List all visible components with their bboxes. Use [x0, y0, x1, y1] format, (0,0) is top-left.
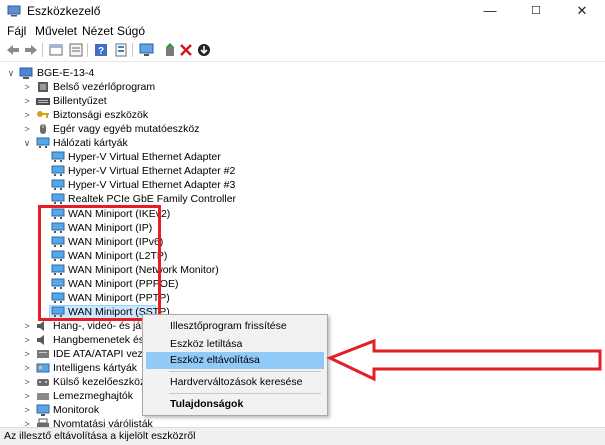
status-bar: Az illesztő eltávolítása a kijelölt eszk… — [0, 427, 605, 445]
tree-item-label: Hyper-V Virtual Ethernet Adapter — [68, 151, 221, 163]
tree-item-network-device[interactable]: Realtek PCIe GbE Family Controller — [0, 192, 300, 206]
close-button[interactable]: ✕ — [559, 0, 605, 22]
tree-item-security[interactable]: > Biztonsági eszközök — [0, 108, 300, 122]
network-adapter-icon — [51, 193, 65, 204]
help-icon[interactable]: ? — [93, 42, 109, 58]
tree-item-label: Monitorok — [53, 404, 100, 416]
context-item-label: Illesztőprogram frissítése — [170, 320, 287, 332]
chevron-right-icon[interactable]: > — [22, 333, 32, 347]
status-text: Az illesztő eltávolítása a kijelölt eszk… — [4, 430, 196, 442]
toolbar-divider — [42, 43, 43, 57]
chevron-right-icon[interactable]: > — [22, 361, 32, 375]
device-list-icon[interactable] — [113, 42, 129, 58]
tree-item-label: Hangbemenetek és -k — [53, 334, 156, 346]
chevron-right-icon[interactable]: > — [22, 403, 32, 417]
tree-item-mouse[interactable]: > Egér vagy egyéb mutatóeszköz — [0, 122, 300, 136]
context-item-label: Tulajdonságok — [170, 398, 244, 410]
chevron-right-icon[interactable]: > — [22, 375, 32, 389]
context-menu: Illesztőprogram frissítése Eszköz letilt… — [142, 314, 328, 416]
context-item-disable-device[interactable]: Eszköz letiltása — [146, 336, 324, 353]
tree-item-network-device[interactable]: Hyper-V Virtual Ethernet Adapter #3 — [0, 178, 300, 192]
chevron-down-icon[interactable]: ∨ — [6, 66, 16, 80]
chevron-right-icon[interactable]: > — [22, 122, 32, 136]
tree-root-label: BGE-E-13-4 — [37, 67, 95, 79]
tree-item-network-device[interactable]: Hyper-V Virtual Ethernet Adapter — [0, 150, 300, 164]
context-item-update-driver[interactable]: Illesztőprogram frissítése — [146, 318, 324, 335]
update-download-icon[interactable] — [196, 42, 212, 58]
context-item-label: Hardverváltozások keresése — [170, 376, 303, 388]
remove-x-icon[interactable] — [178, 42, 194, 58]
key-icon — [37, 111, 49, 118]
add-driver-icon[interactable] — [162, 42, 178, 58]
network-adapter-icon — [51, 151, 65, 162]
monitor-icon[interactable] — [138, 42, 154, 58]
tree-item-network-adapters[interactable]: ∨ Hálózati kártyák — [0, 136, 300, 150]
context-item-uninstall-device[interactable]: Eszköz eltávolítása — [146, 352, 324, 369]
tree-root[interactable]: ∨ BGE-E-13-4 — [0, 66, 300, 80]
annotation-highlight-box — [38, 205, 161, 321]
network-adapter-icon — [51, 165, 65, 176]
minimize-button[interactable]: — — [467, 0, 513, 22]
tree-item-label: Hyper-V Virtual Ethernet Adapter #2 — [68, 165, 236, 177]
toolbar-divider — [132, 43, 133, 57]
tree-item-label: Realtek PCIe GbE Family Controller — [68, 193, 237, 205]
context-menu-divider — [169, 371, 321, 372]
menu-bar: Fájl Művelet Nézet Súgó — [0, 22, 605, 40]
tree-item-keyboard[interactable]: > Billentyűzet — [0, 94, 300, 108]
tree-item-label: Hang-, videó- és ják — [53, 320, 147, 332]
tree-item-network-device[interactable]: Hyper-V Virtual Ethernet Adapter #2 — [0, 164, 300, 178]
annotation-arrow-icon — [326, 338, 602, 382]
menu-help[interactable]: Súgó — [117, 24, 145, 38]
keyboard-icon — [36, 98, 50, 105]
tree-item-firmware[interactable]: > Belső vezérlőprogram — [0, 80, 300, 94]
tree-item-label: Belső vezérlőprogram — [53, 81, 156, 93]
svg-text:?: ? — [98, 46, 104, 57]
disk-drive-icon — [37, 393, 49, 400]
firmware-icon — [38, 82, 48, 92]
chevron-right-icon[interactable]: > — [22, 319, 32, 333]
window-title: Eszközkezelő — [27, 4, 101, 18]
context-item-label: Eszköz letiltása — [170, 338, 243, 350]
monitor-icon — [36, 404, 50, 416]
computer-icon — [19, 67, 33, 79]
back-arrow-icon[interactable] — [5, 42, 21, 58]
hid-icon — [37, 379, 49, 386]
menu-file[interactable]: Fájl — [7, 24, 26, 38]
toolbar: ? — [0, 40, 605, 62]
title-bar: Eszközkezelő — ☐ ✕ — [0, 0, 605, 22]
speaker-icon — [37, 335, 44, 345]
properties-icon[interactable] — [48, 42, 64, 58]
context-item-properties[interactable]: Tulajdonságok — [146, 396, 324, 413]
disk-controller-icon — [37, 350, 49, 358]
chevron-right-icon[interactable]: > — [22, 108, 32, 122]
chevron-right-icon[interactable]: > — [22, 389, 32, 403]
mouse-icon — [40, 124, 46, 134]
speaker-icon — [37, 321, 44, 331]
context-item-label: Eszköz eltávolítása — [170, 354, 260, 366]
tree-item-label: Egér vagy egyéb mutatóeszköz — [53, 123, 200, 135]
chevron-right-icon[interactable]: > — [22, 80, 32, 94]
chevron-right-icon[interactable]: > — [22, 347, 32, 361]
smart-card-icon — [36, 363, 50, 373]
context-item-scan-hardware[interactable]: Hardverváltozások keresése — [146, 374, 324, 391]
tree-item-label: Intelligens kártyák — [53, 362, 138, 374]
menu-view[interactable]: Nézet — [82, 24, 113, 38]
chevron-down-icon[interactable]: ∨ — [22, 136, 32, 150]
forward-arrow-icon[interactable] — [23, 42, 39, 58]
tree-item-label: Billentyűzet — [53, 95, 107, 107]
network-adapter-icon — [51, 179, 65, 190]
chevron-right-icon[interactable]: > — [22, 94, 32, 108]
toolbar-divider — [87, 43, 88, 57]
menu-action[interactable]: Művelet — [35, 24, 77, 38]
context-menu-divider — [169, 393, 321, 394]
device-manager-icon — [7, 5, 21, 17]
tree-item-label: Hálózati kártyák — [53, 137, 128, 149]
tree-item-label: Lemezmeghajtók — [53, 390, 133, 402]
tree-item-label: Külső kezelőeszközök — [53, 376, 157, 388]
maximize-button[interactable]: ☐ — [513, 0, 559, 22]
network-adapter-icon — [36, 137, 50, 148]
show-hide-icon[interactable] — [68, 42, 84, 58]
tree-item-label: Biztonsági eszközök — [53, 109, 149, 121]
tree-item-label: Hyper-V Virtual Ethernet Adapter #3 — [68, 179, 236, 191]
